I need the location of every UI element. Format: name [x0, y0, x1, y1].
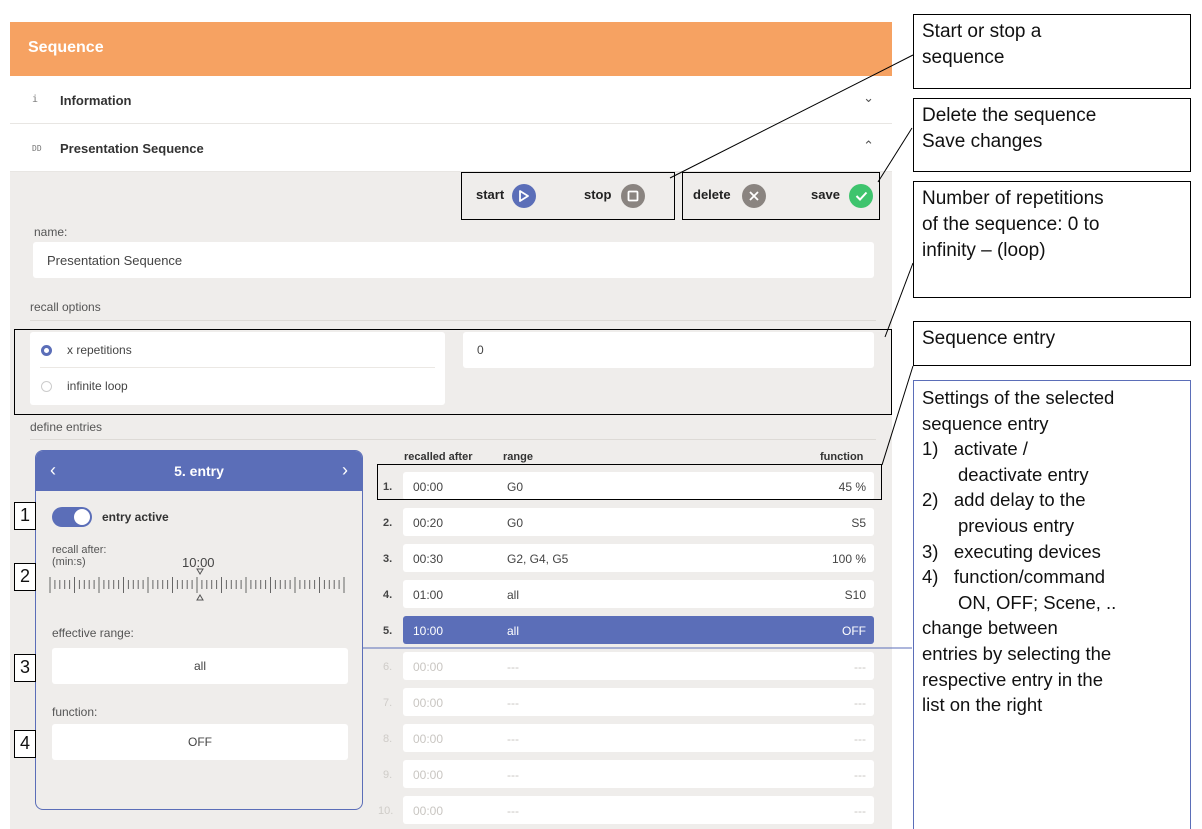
callout-line: Sequence entry	[922, 328, 1056, 349]
callout-line: sequence	[922, 47, 1005, 68]
callout-line: Start or stop a	[922, 21, 1042, 42]
callout-delete-save: Delete the sequence Save changes	[913, 98, 1191, 172]
callout-line: ON, OFF; Scene, ..	[922, 591, 1117, 613]
callout-line: Delete the sequence	[922, 105, 1097, 126]
connector-repetitions	[884, 262, 914, 338]
callout-line: infinity – (loop)	[922, 240, 1046, 261]
callout-settings: Settings of the selected sequence entry …	[913, 380, 1191, 829]
callout-start-stop: Start or stop a sequence	[913, 14, 1191, 89]
callout-line: entries by selecting the	[922, 642, 1112, 664]
callout-line: Settings of the selected	[922, 387, 1115, 408]
connector-delete-save	[877, 127, 913, 183]
callout-line: 2) add delay to the	[922, 489, 1086, 511]
callout-line: of the sequence: 0 to	[922, 214, 1100, 235]
callout-line: Number of repetitions	[922, 188, 1104, 209]
callout-line: 1) activate /	[922, 438, 1028, 460]
callout-line: 4) function/command	[922, 566, 1106, 588]
callout-line: Save changes	[922, 131, 1043, 152]
callout-line: deactivate entry	[922, 463, 1089, 485]
connector-entry	[881, 365, 914, 466]
callout-repetitions: Number of repetitions of the sequence: 0…	[913, 181, 1191, 298]
callout-line: 3) executing devices	[922, 540, 1101, 562]
callout-line: change between	[922, 617, 1058, 639]
callout-line: respective entry in the	[922, 668, 1103, 690]
callout-line: previous entry	[922, 514, 1075, 536]
callout-line: list on the right	[922, 694, 1043, 716]
callout-line: sequence entry	[922, 412, 1049, 434]
callout-sequence-entry: Sequence entry	[913, 321, 1191, 366]
connector-start-stop	[669, 54, 914, 179]
